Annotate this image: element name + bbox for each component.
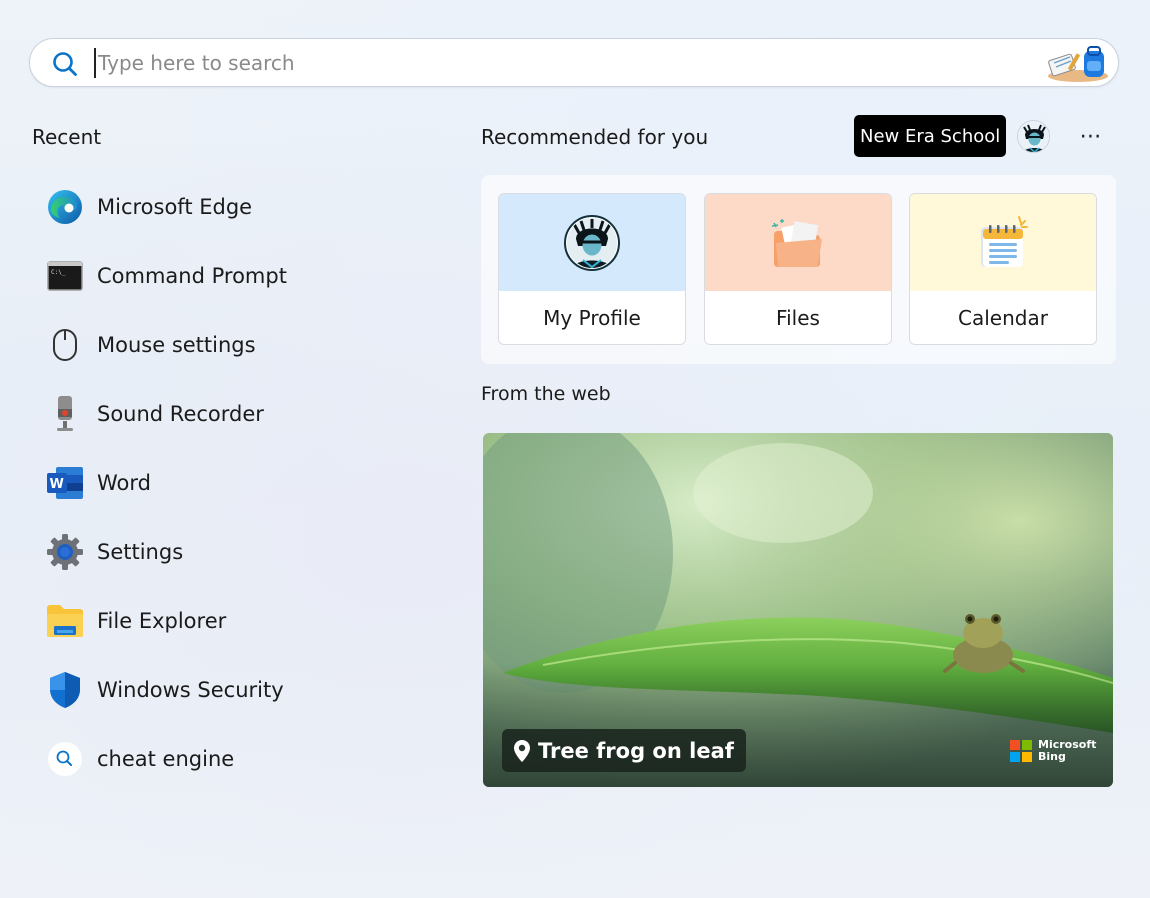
word-icon: W <box>46 464 84 502</box>
from-the-web-heading: From the web <box>481 383 611 405</box>
caption-text: Tree frog on leaf <box>538 738 734 763</box>
calendar-icon <box>981 215 1028 267</box>
recommended-card-calendar[interactable]: Calendar <box>909 193 1097 345</box>
search-highlight-icon[interactable] <box>1044 45 1108 83</box>
recent-list: Microsoft Edge C:\_ Command Prompt Mouse… <box>36 172 456 793</box>
location-pin-icon <box>514 739 530 762</box>
recent-item-windows-security[interactable]: Windows Security <box>36 655 456 724</box>
web-image-card[interactable]: Tree frog on leaf Microsoft Bing <box>483 433 1113 787</box>
recent-item-label: Sound Recorder <box>97 401 264 426</box>
recent-heading: Recent <box>32 125 102 149</box>
recent-item-label: Settings <box>97 539 184 564</box>
search-icon <box>46 740 84 778</box>
gear-icon <box>46 533 84 571</box>
recent-item-cheat-engine[interactable]: cheat engine <box>36 724 456 793</box>
recent-item-label: Mouse settings <box>97 332 256 357</box>
mouse-icon <box>46 326 84 364</box>
recommended-card-files[interactable]: Files <box>704 193 892 345</box>
recommended-card-profile[interactable]: My Profile <box>498 193 686 345</box>
recent-item-command-prompt[interactable]: C:\_ Command Prompt <box>36 241 456 310</box>
recent-item-label: File Explorer <box>97 608 227 633</box>
recent-item-label: Word <box>97 470 151 495</box>
search-icon <box>53 52 77 76</box>
bing-text-line2: Bing <box>1038 750 1066 763</box>
search-bar[interactable] <box>29 38 1119 87</box>
svg-text:C:\_: C:\_ <box>51 269 66 276</box>
edge-icon <box>46 188 84 226</box>
organization-badge[interactable]: New Era School <box>854 115 1007 157</box>
recent-item-edge[interactable]: Microsoft Edge <box>36 172 456 241</box>
image-caption[interactable]: Tree frog on leaf <box>502 729 746 772</box>
avatar <box>564 214 620 271</box>
recent-item-settings[interactable]: Settings <box>36 517 456 586</box>
recent-item-label: Windows Security <box>97 677 284 702</box>
recent-item-label: Microsoft Edge <box>97 194 253 219</box>
folder-icon <box>46 602 84 640</box>
avatar[interactable] <box>1017 120 1050 153</box>
card-label: Calendar <box>958 306 1048 330</box>
card-label: My Profile <box>543 306 641 330</box>
recommended-panel: My Profile Files Calendar <box>481 175 1116 364</box>
more-options-button[interactable]: ⋯ <box>1074 121 1108 151</box>
recent-item-sound-recorder[interactable]: Sound Recorder <box>36 379 456 448</box>
folder-icon <box>771 218 822 267</box>
microsoft-bing-logo: Microsoft Bing <box>1010 739 1096 763</box>
recommended-heading: Recommended for you <box>481 125 709 149</box>
command-prompt-icon: C:\_ <box>46 257 84 295</box>
card-label: Files <box>776 306 820 330</box>
recent-item-label: cheat engine <box>97 746 235 771</box>
recent-item-file-explorer[interactable]: File Explorer <box>36 586 456 655</box>
svg-text:W: W <box>50 477 64 492</box>
recent-item-mouse-settings[interactable]: Mouse settings <box>36 310 456 379</box>
recent-item-word[interactable]: W Word <box>36 448 456 517</box>
shield-icon <box>46 671 84 709</box>
search-input[interactable] <box>94 48 994 78</box>
recent-item-label: Command Prompt <box>97 263 287 288</box>
microphone-icon <box>46 395 84 433</box>
microsoft-logo-icon <box>1010 740 1032 762</box>
